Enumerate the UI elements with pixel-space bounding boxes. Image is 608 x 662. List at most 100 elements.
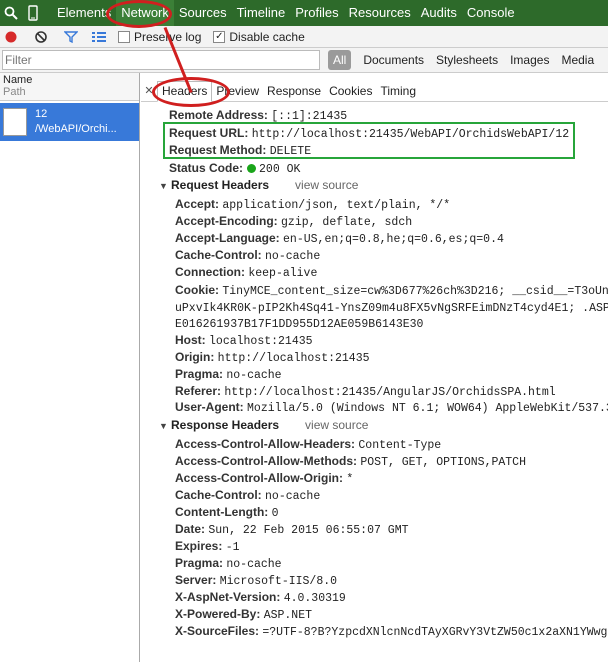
expand-triangle-icon[interactable]: ▼: [159, 418, 171, 435]
header-key: Access-Control-Allow-Origin:: [175, 471, 344, 485]
column-name: Name: [3, 74, 33, 86]
tab-profiles[interactable]: Profiles: [290, 0, 343, 26]
disable-cache-checkbox[interactable]: ✓ Disable cache: [213, 30, 305, 44]
tab-response[interactable]: Response: [263, 84, 325, 101]
header-key: User-Agent:: [175, 400, 244, 414]
header-key: Origin:: [175, 350, 215, 364]
checkbox-box[interactable]: [118, 30, 130, 43]
header-value: ASP.NET: [263, 609, 313, 622]
tab-resources[interactable]: Resources: [344, 0, 416, 26]
clear-icon[interactable]: [30, 26, 52, 48]
filter-documents[interactable]: Documents: [363, 53, 424, 67]
header-row: Access-Control-Allow-Headers: Content-Ty…: [175, 436, 441, 453]
tab-audits[interactable]: Audits: [416, 0, 462, 26]
annotation-box-url-method: [163, 122, 575, 159]
header-value: en-US,en;q=0.8,he;q=0.6,es;q=0.4: [283, 233, 504, 246]
header-key: Cookie:: [175, 283, 220, 297]
header-row: Pragma: no-cache: [175, 555, 282, 572]
header-key: Server:: [175, 573, 217, 587]
tab-cookies[interactable]: Cookies: [325, 84, 376, 101]
header-row: Accept: application/json, text/plain, */…: [175, 196, 450, 213]
header-value: 200 OK: [259, 163, 301, 176]
preserve-log-checkbox[interactable]: Preserve log: [118, 30, 201, 44]
status-code-row: Status Code: 200 OK: [169, 160, 300, 177]
request-path: /WebAPI/Orchi...: [35, 123, 117, 135]
request-headers-section[interactable]: ▼ Request Headers view source: [159, 177, 358, 194]
header-row: Expires: -1: [175, 538, 240, 555]
search-icon[interactable]: [0, 0, 22, 26]
header-row: Date: Sun, 22 Feb 2015 06:55:07 GMT: [175, 521, 409, 538]
header-value: no-cache: [226, 558, 282, 571]
tab-sources[interactable]: Sources: [174, 0, 232, 26]
header-value: 0: [271, 507, 279, 520]
request-row[interactable]: 12 /WebAPI/Orchi...: [0, 103, 139, 141]
header-value: gzip, deflate, sdch: [281, 216, 413, 229]
record-icon[interactable]: [0, 26, 22, 48]
tab-timeline[interactable]: Timeline: [232, 0, 291, 26]
annotation-circle-network: [106, 0, 172, 28]
header-value: -1: [225, 541, 240, 554]
filter-images[interactable]: Images: [510, 53, 549, 67]
header-key: Accept:: [175, 197, 220, 211]
header-value: *: [346, 473, 354, 486]
device-mode-icon[interactable]: [22, 0, 44, 26]
header-key: Access-Control-Allow-Headers:: [175, 437, 356, 451]
header-value: TinyMCE_content_size=cw%3D677%26ch%3D216…: [222, 285, 608, 298]
header-value: Sun, 22 Feb 2015 06:55:07 GMT: [208, 524, 409, 537]
header-value: application/json, text/plain, */*: [222, 199, 451, 212]
filter-all-button[interactable]: All: [328, 50, 352, 70]
header-value: =?UTF-8?B?YzpcdXNlcnNcdTAyXGRvY3VtZW50c1…: [262, 626, 608, 639]
header-row: Accept-Encoding: gzip, deflate, sdch: [175, 213, 412, 230]
header-value: 4.0.30319: [283, 592, 346, 605]
header-key: X-Powered-By:: [175, 607, 261, 621]
header-value: http://localhost:21435: [217, 352, 370, 365]
header-key: Expires:: [175, 539, 223, 553]
header-row: Pragma: no-cache: [175, 366, 282, 383]
tab-timing[interactable]: Timing: [376, 84, 420, 101]
header-key: Content-Length:: [175, 505, 269, 519]
header-row: Cache-Control: no-cache: [175, 247, 320, 264]
filter-icon[interactable]: [60, 26, 82, 48]
header-row: Origin: http://localhost:21435: [175, 349, 370, 366]
header-value: Content-Type: [358, 439, 442, 452]
header-key: Date:: [175, 522, 206, 536]
header-row: Host: localhost:21435: [175, 332, 313, 349]
header-value: Microsoft-IIS/8.0: [219, 575, 338, 588]
response-headers-section[interactable]: ▼ Response Headers view source: [159, 417, 368, 434]
header-value: http://localhost:21435/AngularJS/Orchids…: [224, 386, 556, 399]
header-row: uPxvIk4KR0K-pIP2Kh4Sq41-YnsZ09m4u8FX5vNg…: [175, 299, 608, 316]
section-title: Response Headers: [171, 418, 280, 432]
header-value: E016261937B17F1DD955D12AE059B6143E30: [175, 318, 424, 331]
column-path: Path: [3, 86, 26, 98]
header-row: X-SourceFiles: =?UTF-8?B?YzpcdXNlcnNcdTA…: [175, 623, 608, 640]
request-name: 12: [35, 108, 48, 120]
request-list: Name Path 12 /WebAPI/Orchi...: [0, 73, 140, 662]
expand-triangle-icon[interactable]: ▼: [159, 178, 171, 195]
tab-console[interactable]: Console: [462, 0, 520, 26]
view-source-link[interactable]: view source: [305, 418, 368, 432]
filter-media[interactable]: Media: [561, 53, 594, 67]
header-key: Connection:: [175, 265, 245, 279]
annotation-circle-headers: [152, 77, 230, 107]
header-value: uPxvIk4KR0K-pIP2Kh4Sq41-YnsZ09m4u8FX5vNg…: [175, 302, 608, 315]
header-row: Access-Control-Allow-Methods: POST, GET,…: [175, 453, 526, 470]
header-key: Access-Control-Allow-Methods:: [175, 454, 358, 468]
header-key: Referer:: [175, 384, 222, 398]
header-key: Host:: [175, 333, 206, 347]
header-value: no-cache: [265, 250, 321, 263]
filter-input[interactable]: [2, 50, 320, 70]
view-source-link[interactable]: view source: [295, 178, 358, 192]
network-toolbar: Preserve log ✓ Disable cache: [0, 26, 608, 48]
list-view-icon[interactable]: [88, 26, 110, 48]
header-row: User-Agent: Mozilla/5.0 (Windows NT 6.1;…: [175, 399, 608, 416]
checkbox-box-checked[interactable]: ✓: [213, 30, 226, 43]
section-title: Request Headers: [171, 178, 270, 192]
header-row: X-AspNet-Version: 4.0.30319: [175, 589, 346, 606]
header-key: X-AspNet-Version:: [175, 590, 281, 604]
header-row: Connection: keep-alive: [175, 264, 317, 281]
header-value: POST, GET, OPTIONS,PATCH: [360, 456, 526, 469]
header-value: Mozilla/5.0 (Windows NT 6.1; WOW64) Appl…: [247, 402, 608, 415]
header-value: localhost:21435: [209, 335, 313, 348]
request-list-header[interactable]: Name Path: [0, 73, 139, 101]
filter-stylesheets[interactable]: Stylesheets: [436, 53, 498, 67]
